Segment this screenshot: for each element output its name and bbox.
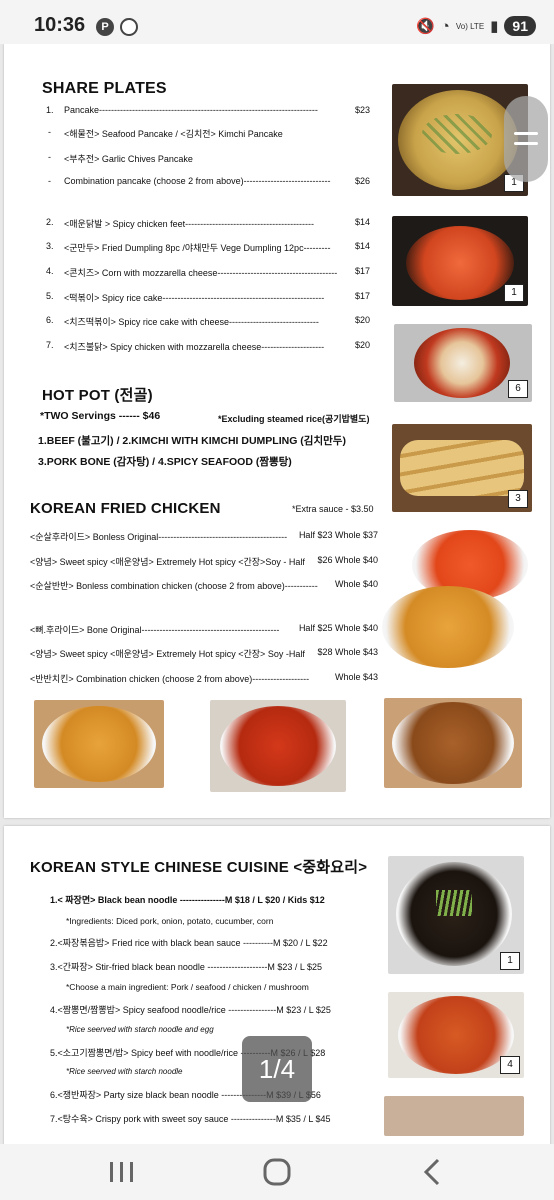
chicken-item-text: <양념> Sweet spicy <매운양념> Extremely Hot sp…	[30, 649, 305, 659]
photo-badge: 3	[508, 490, 528, 508]
share-item-text: <해물전> Seafood Pancake / <김치전> Kimchi Pan…	[64, 129, 283, 139]
recent-apps-icon	[110, 1162, 133, 1182]
tteokbokki-photo: 6	[394, 324, 532, 402]
chinese-item: 1.< 짜장면> Black bean noodle -------------…	[50, 895, 325, 905]
share-plates-title: SHARE PLATES	[42, 80, 167, 97]
share-item-price: $17	[354, 266, 370, 276]
chicken-item-price: $26 Whole $40	[317, 555, 378, 565]
back-icon	[423, 1158, 440, 1186]
share-item-num: 6.	[46, 315, 54, 325]
photo-badge: 4	[500, 1056, 520, 1074]
hot-pot-line1: 1.BEEF (불고기) / 2.KIMCHI WITH KIMCHI DUMP…	[38, 435, 346, 447]
chicken-item-text: <순살후라이드> Bonless Original---------------…	[30, 532, 288, 542]
share-item-text: <콘치즈> Corn with mozzarella cheese-------…	[64, 268, 338, 278]
document-viewer[interactable]: SHARE PLATES 1. Pancake-----------------…	[0, 44, 554, 1144]
chicken-item-text: <순살반반> Bonless combination chicken (choo…	[30, 581, 318, 591]
photo-badge: 1	[504, 284, 524, 302]
share-item-text: <치즈떡볶이> Spicy rice cake with cheese-----…	[64, 317, 319, 327]
signal-icon: ▮	[490, 18, 499, 35]
hot-pot-title: HOT POT (전골)	[42, 387, 153, 404]
dumpling-photo: 3	[392, 424, 532, 512]
share-item-text: Combination pancake (choose 2 from above…	[64, 176, 331, 186]
share-item-num: 7.	[46, 340, 54, 350]
chinese-item: 2.<짜장볶음밥> Fried rice with black bean sau…	[50, 938, 328, 948]
status-time: 10:36	[34, 14, 86, 36]
fast-scroll-handle[interactable]	[504, 96, 548, 182]
share-item-num: -	[48, 152, 51, 162]
chicken-item-price: Whole $40	[334, 579, 378, 589]
chinese-item: 4.<짬뽕면/짬뽕밥> Spicy seafood noodle/rice --…	[50, 1005, 331, 1015]
status-bar: 10:36 P 🔇 ◔ Vo) LTE ▮ 91	[0, 0, 554, 44]
chinese-item: 7.<탕수육> Crispy pork with sweet soy sauce…	[50, 1114, 331, 1124]
hot-pot-line2: 3.PORK BONE (감자탕) / 4.SPICY SEAFOOD (짬뽕탕…	[38, 456, 292, 468]
chicken-item-text: <뼈.후라이드> Bone Original------------------…	[30, 625, 280, 635]
share-item-num: 2.	[46, 217, 54, 227]
chicken-item-price: Half $23 Whole $37	[298, 530, 378, 540]
chinese-note: *Ingredients: Diced pork, onion, potato,…	[66, 916, 274, 926]
back-button[interactable]	[402, 1154, 462, 1190]
home-icon	[263, 1158, 291, 1186]
battery-level: 91	[504, 16, 536, 36]
share-item-text: <부추전> Garlic Chives Pancake	[64, 154, 193, 164]
photo-badge: 1	[500, 952, 520, 970]
share-item-price: $14	[354, 241, 370, 251]
share-item-num: 1.	[46, 105, 54, 115]
spicy-pan-photo: 1	[392, 216, 528, 306]
chicken-photo-3	[384, 698, 522, 788]
share-item-price: $17	[354, 291, 370, 301]
chicken-photo-1	[34, 700, 164, 788]
recent-apps-button[interactable]	[92, 1154, 152, 1190]
chrome-icon	[120, 18, 138, 36]
chinese-item: 3.<간짜장> Stir-fried black bean noodle ---…	[50, 962, 323, 972]
network-label: Vo) LTE	[455, 21, 485, 31]
share-item-text: Pancake---------------------------------…	[64, 105, 318, 115]
chicken-item-price: Whole $43	[334, 672, 378, 682]
hot-pot-servings: *TWO Servings ------ $46	[40, 410, 161, 422]
navigation-bar	[0, 1144, 554, 1200]
share-item-num: -	[48, 127, 51, 137]
wifi-icon: ◔	[440, 17, 450, 35]
share-item-price: $20	[354, 315, 370, 325]
chicken-item-price: $28 Whole $43	[317, 647, 378, 657]
status-icons: 🔇 ◔ Vo) LTE ▮ 91	[416, 16, 536, 36]
jjajangmyeon-photo: 1	[388, 856, 524, 974]
share-item-text: <매운닭발 > Spicy chicken feet--------------…	[64, 219, 315, 229]
share-item-num: 3.	[46, 241, 54, 251]
share-item-price: $23	[354, 105, 370, 115]
share-item-price: $14	[354, 217, 370, 227]
jjamppong-photo: 4	[388, 992, 524, 1078]
share-item-text: <군만두> Fried Dumpling 8pc /야채만두 Vege Dump…	[64, 243, 331, 253]
pinterest-icon: P	[96, 18, 114, 36]
chinese-note: *Rice seerved with starch noodle	[66, 1067, 183, 1076]
share-item-num: 5.	[46, 291, 54, 301]
share-item-price: $20	[354, 340, 370, 350]
share-item-text: <떡볶이> Spicy rice cake-------------------…	[64, 293, 325, 303]
share-item-price: $26	[354, 176, 370, 186]
photo-badge: 6	[508, 380, 528, 398]
page-indicator: 1/4	[242, 1036, 312, 1102]
home-button[interactable]	[247, 1154, 307, 1190]
hot-pot-note: *Excluding steamed rice(공기밥별도)	[218, 414, 370, 424]
extra-sauce-note: *Extra sauce - $3.50	[292, 504, 374, 514]
mute-icon: 🔇	[416, 18, 435, 35]
chinese-title: KOREAN STYLE CHINESE CUISINE <중화요리>	[30, 859, 368, 876]
chinese-note: *Rice seerved with starch noodle and egg	[66, 1025, 214, 1034]
chicken-item-text: <양념> Sweet spicy <매운양념> Extremely Hot sp…	[30, 557, 305, 567]
tangsuyuk-photo	[384, 1096, 524, 1136]
fried-chicken-photo	[382, 586, 514, 668]
fried-chicken-title: KOREAN FRIED CHICKEN	[30, 500, 221, 517]
chicken-item-price: Half $25 Whole $40	[298, 623, 378, 633]
menu-page-1: SHARE PLATES 1. Pancake-----------------…	[4, 44, 550, 818]
share-item-num: -	[48, 176, 51, 186]
share-item-text: <치즈불닭> Spicy chicken with mozzarella che…	[64, 342, 325, 352]
chicken-photo-2	[210, 700, 346, 792]
chinese-note: *Choose a main ingredient: Pork / seafoo…	[66, 982, 309, 992]
share-item-num: 4.	[46, 266, 54, 276]
chicken-item-text: <반반치킨> Combination chicken (choose 2 fro…	[30, 674, 310, 684]
